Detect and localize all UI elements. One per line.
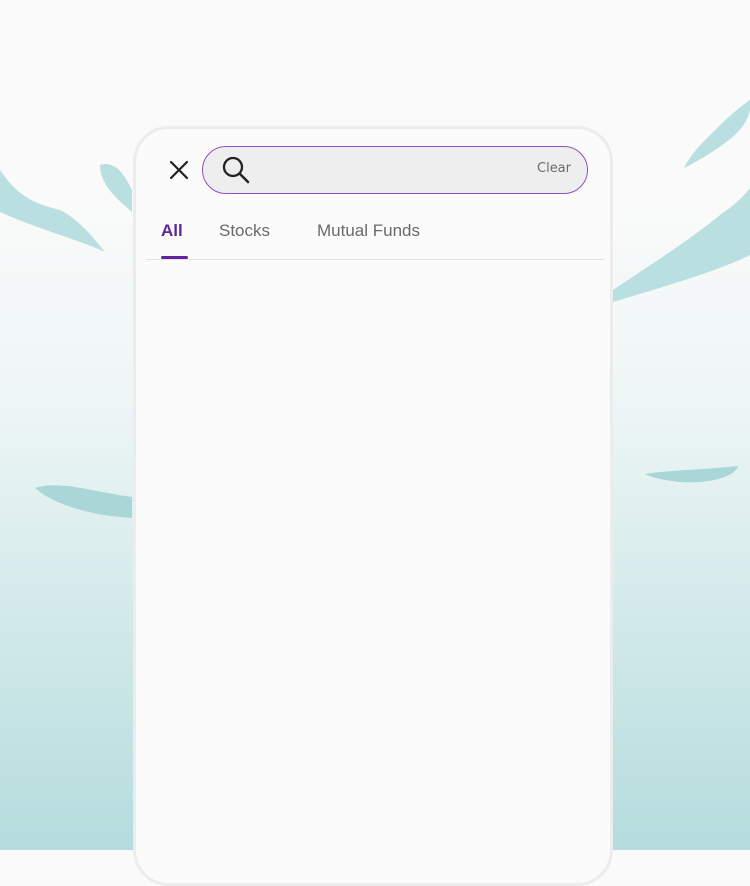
close-icon [169, 160, 189, 180]
leaf-shape [684, 100, 750, 168]
leaf-shape [35, 485, 132, 518]
tab-mutual-funds[interactable]: Mutual Funds [317, 221, 420, 241]
close-button[interactable] [164, 155, 194, 185]
active-tab-indicator [161, 256, 188, 259]
leaf-shape [613, 188, 750, 302]
leaf-shape [645, 466, 738, 483]
search-icon [222, 156, 250, 184]
clear-button[interactable]: Clear [537, 161, 571, 176]
results-area [136, 261, 610, 881]
phone-frame: Clear All Stocks Mutual Funds [133, 126, 613, 886]
tab-bar: All Stocks Mutual Funds [146, 217, 604, 260]
search-input[interactable] [259, 155, 523, 187]
leaf-shape [100, 164, 132, 212]
tab-all[interactable]: All [161, 221, 183, 241]
leaf-shape [0, 170, 105, 252]
tab-stocks[interactable]: Stocks [219, 221, 270, 241]
search-bar[interactable]: Clear [202, 146, 588, 194]
